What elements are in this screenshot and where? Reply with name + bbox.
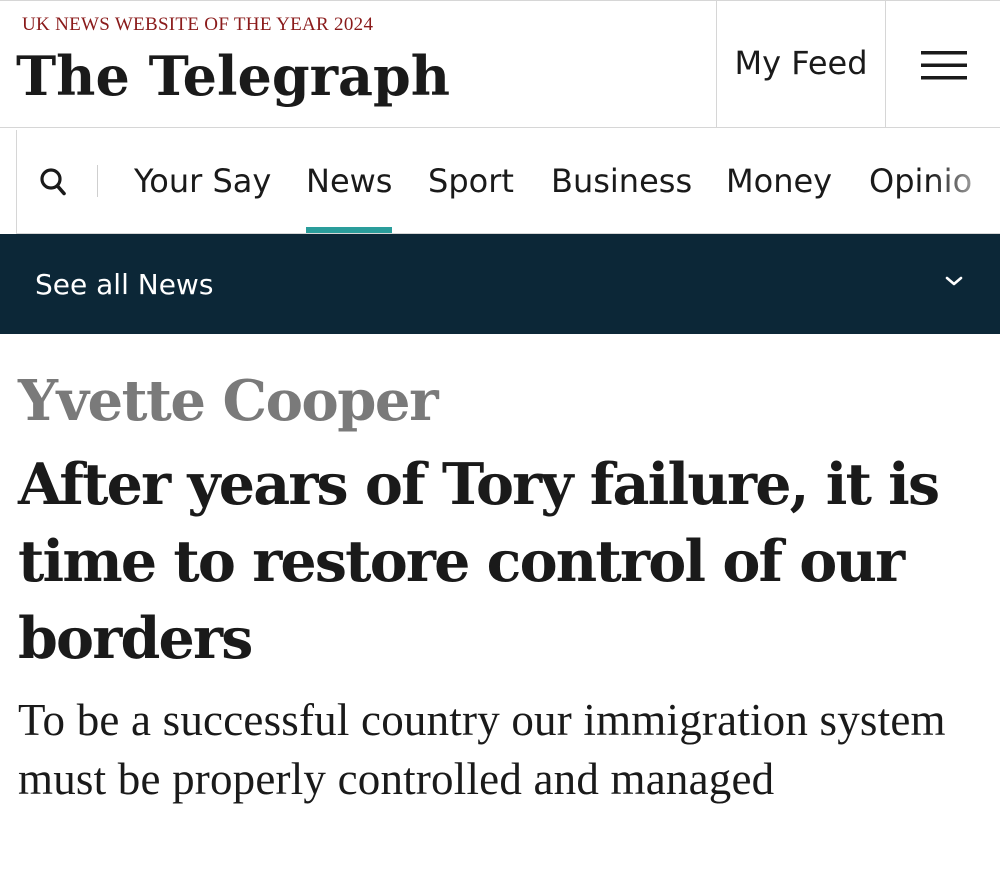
nav-item-opinion[interactable]: Opinio xyxy=(869,130,972,233)
nav-item-business[interactable]: Business xyxy=(551,130,692,233)
search-button[interactable] xyxy=(33,130,73,233)
see-all-news-label: See all News xyxy=(35,267,214,301)
logo-text: The Telegraph xyxy=(16,44,450,108)
search-icon xyxy=(40,167,66,195)
masthead-divider xyxy=(885,1,886,128)
hamburger-menu-icon xyxy=(920,50,967,79)
masthead: UK NEWS WEBSITE OF THE YEAR 2024 The Tel… xyxy=(0,0,1000,128)
nav-item-sport[interactable]: Sport xyxy=(428,130,514,233)
nav-item-your-say[interactable]: Your Say xyxy=(134,130,271,233)
nav-item-news[interactable]: News xyxy=(306,130,393,233)
author-byline[interactable]: Yvette Cooper xyxy=(18,368,439,434)
nav-item-money[interactable]: Money xyxy=(726,130,832,233)
menu-button[interactable] xyxy=(887,1,1000,128)
section-nav: Your Say News Sport Business Money Opini… xyxy=(16,130,1000,234)
see-all-news-bar[interactable]: See all News xyxy=(0,234,1000,334)
telegraph-logo[interactable]: The Telegraph xyxy=(16,31,450,117)
nav-separator xyxy=(97,165,98,197)
chevron-down-icon xyxy=(945,276,963,286)
my-feed-button[interactable]: My Feed xyxy=(716,1,886,128)
article-headline: After years of Tory failure, it is time … xyxy=(18,451,940,672)
article-standfirst: To be a successful country our immigrati… xyxy=(18,695,946,804)
